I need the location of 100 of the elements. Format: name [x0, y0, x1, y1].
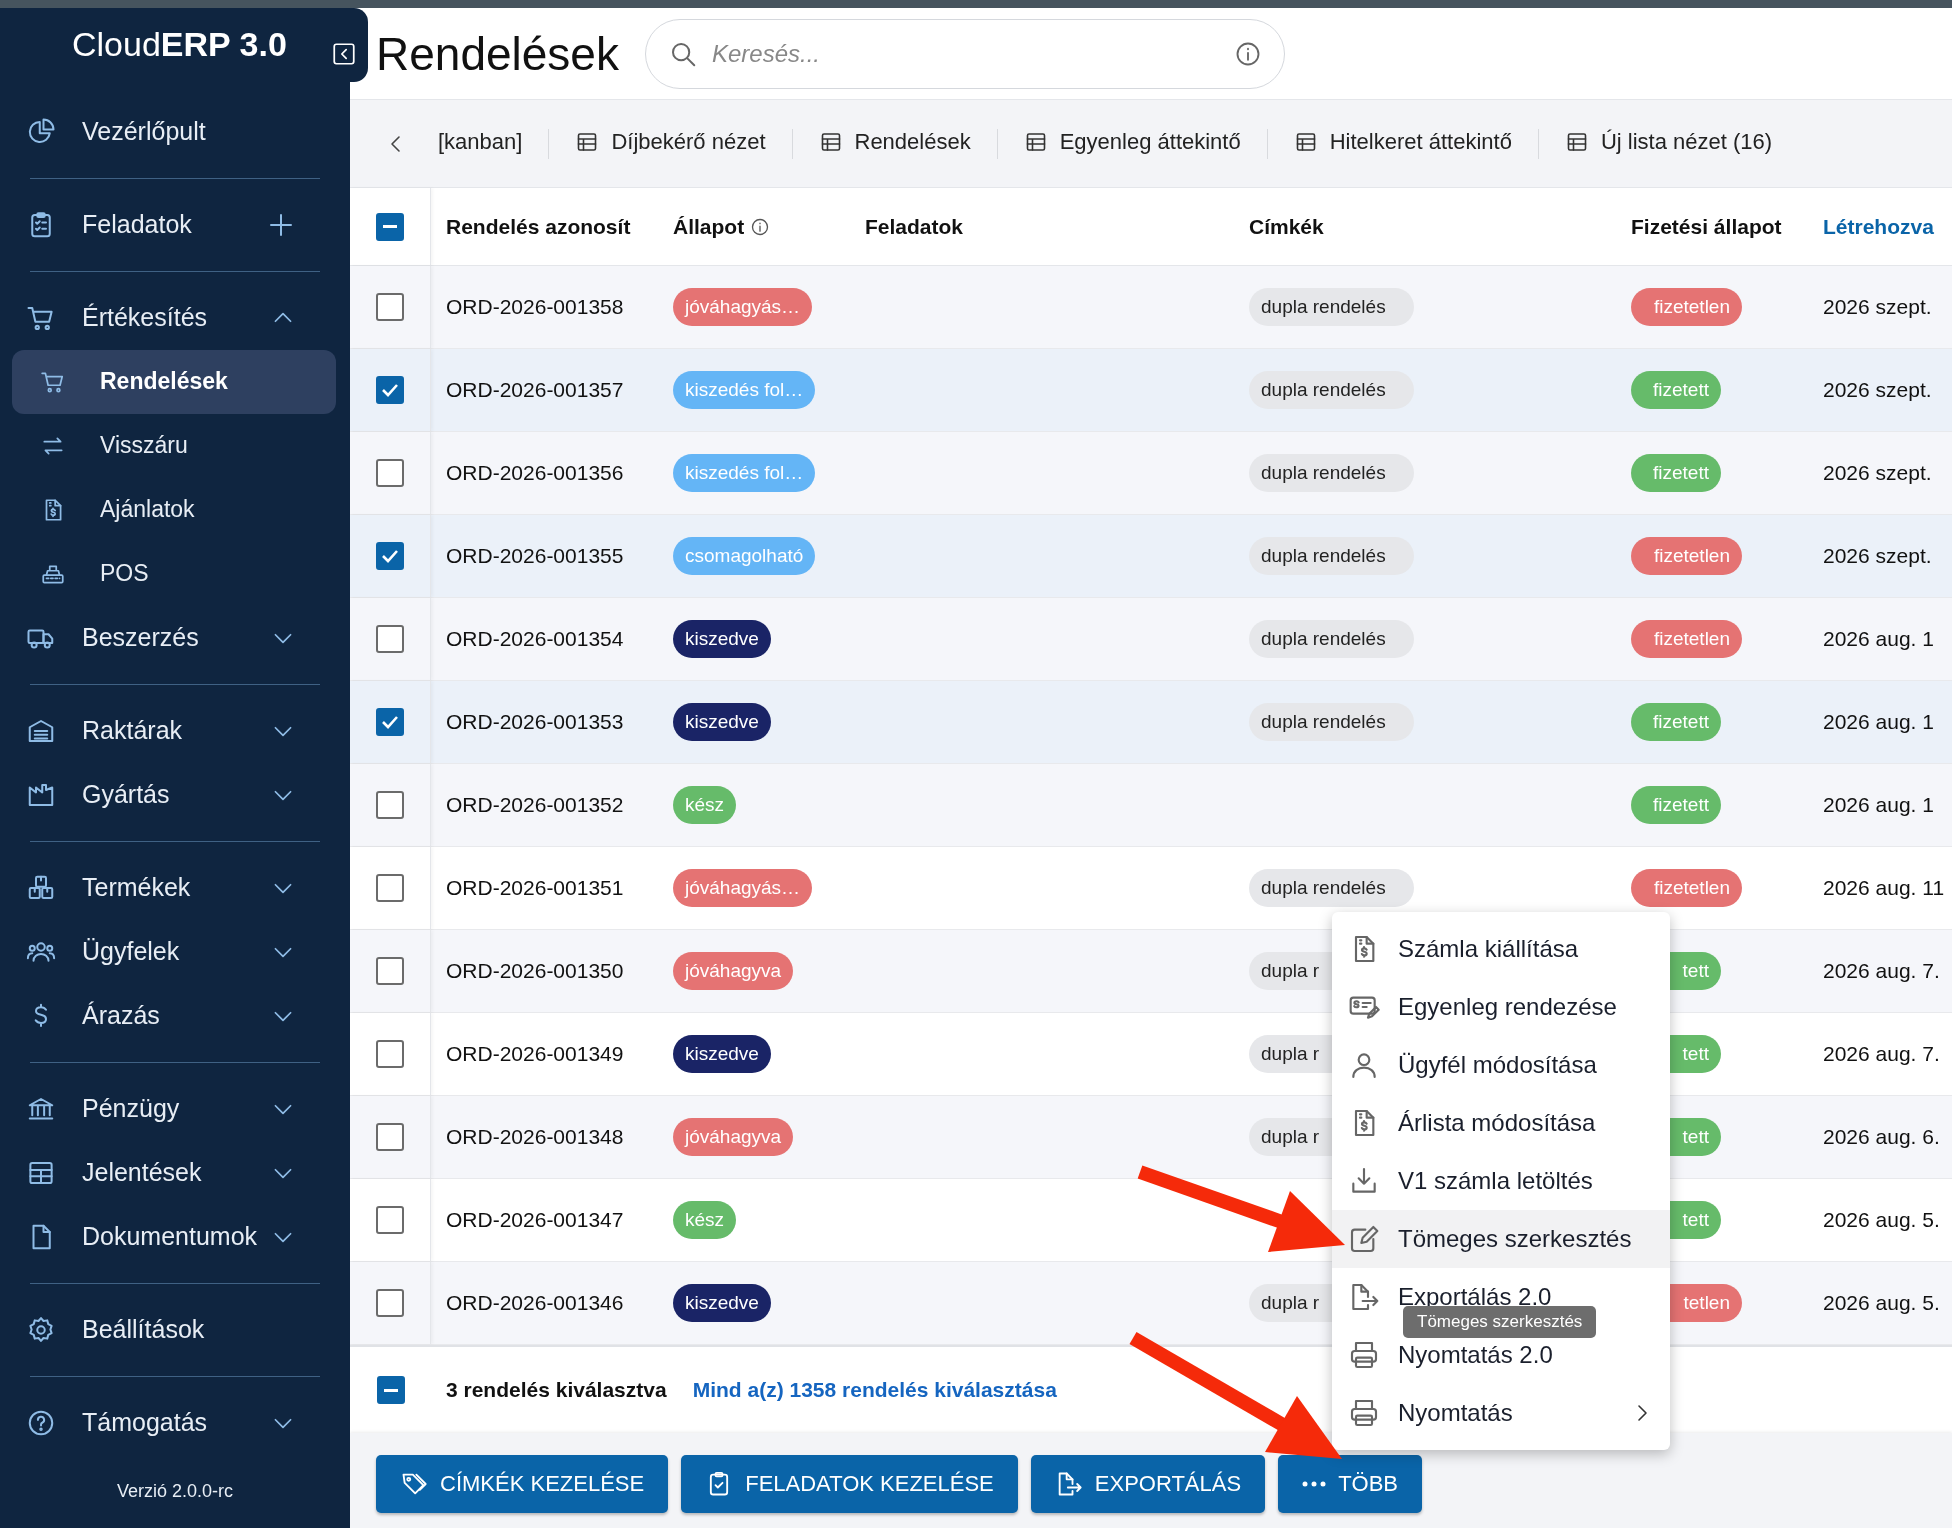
nav-subitem[interactable]: Rendelések — [12, 349, 336, 414]
payment-badge: fizetett — [1631, 703, 1721, 741]
payment-badge: fizetetlen — [1631, 288, 1742, 326]
row-checkbox[interactable] — [376, 957, 404, 985]
view-tab[interactable]: Hitelkeret áttekintő — [1267, 99, 1538, 188]
tag-chip: dupla rendelés — [1249, 703, 1414, 741]
select-all-link[interactable]: Mind a(z) 1358 rendelés kiválasztása — [692, 1378, 1057, 1402]
action-button[interactable]: FELADATOK KEZELÉSE — [681, 1455, 1018, 1513]
tag-chip: dupla rendelés — [1249, 454, 1414, 492]
status-badge: kiszedve — [673, 1284, 771, 1322]
row-checkbox[interactable] — [376, 625, 404, 653]
column-header[interactable]: Állapot — [673, 214, 745, 239]
view-tab[interactable]: Díjbekérő nézet — [549, 99, 792, 188]
row-checkbox[interactable] — [376, 874, 404, 902]
dots-icon — [1302, 1481, 1327, 1487]
edit-icon — [1348, 1223, 1380, 1255]
column-header[interactable]: Címkék — [1249, 214, 1324, 239]
nav-item[interactable]: Jelentések — [0, 1140, 350, 1205]
nav-item[interactable]: Feladatok — [0, 192, 350, 257]
view-tab[interactable]: [kanban] — [432, 99, 549, 188]
date-text: 2026 szept. — [1823, 295, 1932, 318]
select-all-checkbox[interactable] — [376, 212, 404, 241]
column-header[interactable]: Feladatok — [865, 214, 964, 239]
status-badge: kiszedve — [673, 703, 771, 741]
row-checkbox[interactable] — [376, 459, 404, 487]
order-id: ORD-2026-001346 — [446, 1291, 624, 1314]
nav-item[interactable]: Ügyfelek — [0, 919, 350, 984]
date-text: 2026 aug. 5. — [1823, 1208, 1940, 1231]
view-tab[interactable]: Új lista nézet (16) — [1538, 99, 1799, 188]
view-tab[interactable]: Rendelések — [792, 99, 997, 188]
nav-item[interactable]: Dokumentumok — [0, 1204, 350, 1269]
order-id: ORD-2026-001348 — [446, 1125, 624, 1148]
collapse-icon — [331, 41, 357, 67]
status-badge: kész — [673, 786, 737, 824]
status-badge: jóváhagyva — [673, 1118, 794, 1156]
action-button[interactable]: EXPORTÁLÁS — [1030, 1455, 1266, 1513]
tag-chip: dupla rendelés — [1249, 620, 1414, 658]
status-badge: kiszedés fol… — [673, 454, 816, 492]
nav-item[interactable]: Beállítások — [0, 1297, 350, 1362]
order-id: ORD-2026-001347 — [446, 1208, 624, 1231]
date-text: 2026 aug. 7. — [1823, 959, 1940, 982]
date-text: 2026 szept. — [1823, 378, 1932, 401]
nav-item[interactable]: Árazás — [0, 983, 350, 1048]
date-text: 2026 aug. 6. — [1823, 1125, 1940, 1148]
nav-item[interactable]: Termékek — [0, 855, 350, 920]
payment-badge: fizetett — [1631, 454, 1721, 492]
row-checkbox[interactable] — [376, 1206, 404, 1234]
order-id: ORD-2026-001357 — [446, 378, 624, 401]
collapse-button[interactable] — [331, 41, 357, 67]
selection-checkbox[interactable] — [376, 1376, 405, 1404]
row-checkbox[interactable] — [376, 1040, 404, 1068]
page-title: Rendelések — [376, 26, 619, 81]
order-id: ORD-2026-001356 — [446, 461, 624, 484]
order-id: ORD-2026-001353 — [446, 710, 624, 733]
payment-badge: fizetett — [1631, 786, 1721, 824]
status-badge: kész — [673, 1201, 737, 1239]
tooltip: Tömeges szerkesztés — [1403, 1306, 1597, 1338]
nav-subitem[interactable]: POS — [12, 541, 336, 606]
nav-subitem[interactable]: Visszáru — [12, 413, 336, 478]
row-checkbox[interactable] — [376, 1123, 404, 1151]
nav-item[interactable]: Gyártás — [0, 762, 350, 827]
menu-item[interactable]: Tömeges szerkesztés — [1332, 1210, 1670, 1268]
nav-item[interactable]: Támogatás — [0, 1390, 350, 1455]
row-checkbox[interactable] — [376, 791, 404, 819]
view-tab[interactable]: Egyenleg áttekintő — [997, 99, 1267, 188]
order-id: ORD-2026-001350 — [446, 959, 624, 982]
row-checkbox[interactable] — [376, 542, 404, 570]
payment-badge: fizetetlen — [1631, 537, 1742, 575]
row-checkbox[interactable] — [376, 376, 404, 404]
printer-icon — [1348, 1339, 1380, 1371]
date-text: 2026 aug. 5. — [1823, 1291, 1940, 1314]
payment-badge: fizetett — [1631, 371, 1721, 409]
dash-icon — [383, 1388, 398, 1392]
action-button[interactable]: CÍMKÉK KEZELÉSE — [376, 1455, 669, 1513]
row-checkbox[interactable] — [376, 293, 404, 321]
nav-item[interactable]: Pénzügy — [0, 1076, 350, 1141]
nav-subitem[interactable]: Ajánlatok — [12, 477, 336, 542]
action-button[interactable]: TÖBB — [1278, 1455, 1423, 1513]
menu-item[interactable]: Nyomtatás — [1332, 1384, 1670, 1442]
row-checkbox[interactable] — [376, 708, 404, 736]
column-header[interactable]: Fizetési állapot — [1631, 214, 1782, 239]
order-id: ORD-2026-001354 — [446, 627, 624, 650]
tag-chip: dupla rendelés — [1249, 371, 1414, 409]
settings-icon — [26, 1314, 56, 1345]
search-field[interactable]: Keresés... — [709, 38, 1222, 69]
row-checkbox[interactable] — [376, 1289, 404, 1317]
status-badge: kiszedés fol… — [673, 371, 816, 409]
column-header[interactable]: Létrehozva — [1823, 214, 1934, 239]
nav-item[interactable]: Raktárak — [0, 698, 350, 763]
status-badge: kiszedve — [673, 1035, 771, 1073]
payment-badge: fizetetlen — [1631, 620, 1742, 658]
order-id: ORD-2026-001358 — [446, 295, 624, 318]
tag-chip: dupla rendelés — [1249, 288, 1414, 326]
nav-item[interactable]: Értékesítés — [0, 285, 350, 350]
app-logo: CloudERP 3.0 — [72, 25, 287, 65]
order-id: ORD-2026-001349 — [446, 1042, 624, 1065]
nav-item[interactable]: Beszerzés — [0, 605, 350, 670]
nav-item[interactable]: Vezérlőpult — [0, 99, 350, 164]
column-header[interactable]: Rendelés azonosít — [446, 214, 631, 239]
date-text: 2026 aug. 1 — [1823, 793, 1934, 816]
